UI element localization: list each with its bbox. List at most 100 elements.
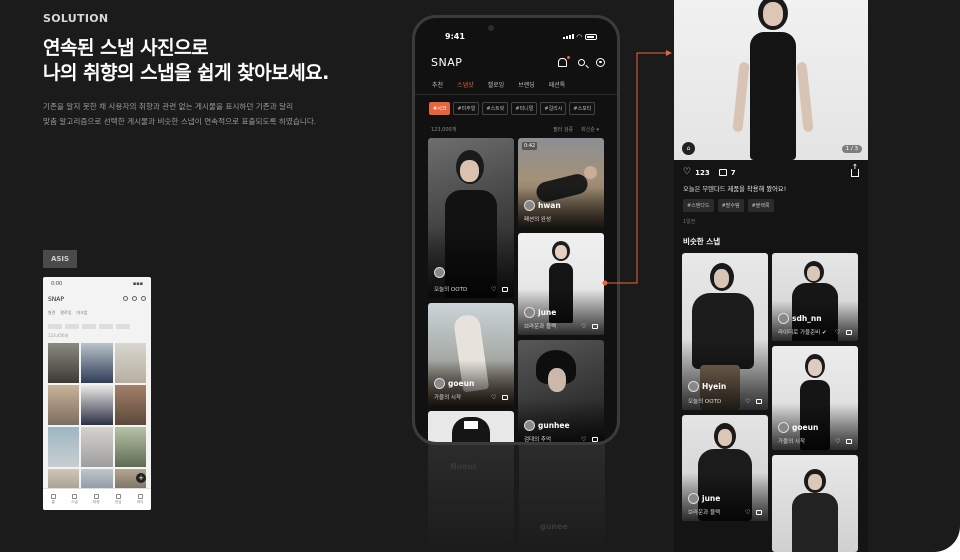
wifi-icon: ◠ bbox=[576, 32, 582, 41]
asis-search-icon[interactable] bbox=[132, 296, 137, 301]
card-caption: 브라운과 블랙 bbox=[524, 324, 557, 330]
tab-snapshot[interactable]: 스냅샷 bbox=[457, 80, 474, 95]
heart-icon[interactable]: ♡ bbox=[581, 324, 587, 330]
photo-figure bbox=[718, 429, 732, 446]
asis-signal-icon: ▪▪▪ bbox=[132, 281, 143, 287]
asis-count: 123,456개 bbox=[48, 333, 69, 338]
chip-sporty[interactable]: #스포티 bbox=[569, 102, 596, 115]
asis-profile-icon[interactable] bbox=[141, 296, 146, 301]
asis-thumb[interactable] bbox=[81, 427, 113, 467]
asis-bell-icon[interactable] bbox=[123, 296, 128, 301]
feed-meta: 123,000개 필터 검증 최신순 ▾ bbox=[431, 126, 599, 133]
phone-reflection: Noeul gunee bbox=[428, 440, 605, 552]
asis-thumb[interactable] bbox=[114, 427, 146, 467]
tab-following[interactable]: 챌로잉 bbox=[488, 80, 505, 95]
heart-icon[interactable]: ♡ bbox=[835, 330, 841, 336]
heart-icon[interactable]: ♡ bbox=[745, 510, 751, 516]
similar-card[interactable]: Hyein 오늘의 OOTD ♡ bbox=[682, 253, 768, 410]
asis-thumb[interactable] bbox=[48, 385, 80, 425]
hero-photo[interactable]: ⌂ 1 / 3 bbox=[674, 0, 868, 160]
photo-figure bbox=[464, 421, 478, 429]
heart-icon[interactable]: ♡ bbox=[745, 399, 751, 405]
card-username: gunhee bbox=[524, 420, 570, 431]
similar-card[interactable]: sdh_nn 라이더로 가을준비 ✔ ♡ bbox=[772, 253, 858, 341]
card-caption: 가을의 시작 bbox=[778, 439, 806, 445]
search-icon[interactable] bbox=[578, 59, 585, 66]
hashtag[interactable]: #블랙룩 bbox=[747, 199, 774, 212]
snap-card[interactable]: gunhee 검대의 추억 ♡ bbox=[518, 340, 604, 443]
asis-tab[interactable]: 팔로잉 bbox=[60, 310, 71, 316]
asis-tab[interactable]: 마크업 bbox=[76, 310, 87, 316]
chip-street[interactable]: #스트릿 bbox=[482, 102, 509, 115]
heart-icon[interactable]: ♡ bbox=[491, 287, 497, 293]
connector-arrow-icon bbox=[666, 50, 672, 56]
asis-nav-item[interactable]: 마켓 bbox=[93, 494, 100, 505]
comment-icon[interactable] bbox=[502, 395, 508, 400]
hashtag[interactable]: #팔수템 bbox=[717, 199, 744, 212]
tab-branding[interactable]: 브랜딩 bbox=[518, 80, 535, 95]
asis-nav-item[interactable]: 스냅 bbox=[71, 494, 78, 505]
asis-add-button[interactable]: + bbox=[136, 473, 146, 483]
heart-icon[interactable]: ♡ bbox=[581, 437, 587, 443]
card-username: Hyein bbox=[688, 381, 726, 392]
like-heart-icon[interactable]: ♡ bbox=[683, 168, 691, 177]
chip-casual[interactable]: #미주얼 bbox=[453, 102, 480, 115]
comment-icon[interactable] bbox=[718, 169, 727, 176]
comment-icon[interactable] bbox=[756, 399, 762, 404]
comment-icon[interactable] bbox=[846, 439, 852, 444]
asis-chip[interactable] bbox=[116, 324, 130, 329]
asis-thumb[interactable] bbox=[48, 343, 80, 383]
comment-icon[interactable] bbox=[756, 510, 762, 515]
snap-card[interactable]: 오늘의 OOTD ♡ bbox=[428, 138, 514, 298]
asis-chip[interactable] bbox=[48, 324, 62, 329]
asis-thumb[interactable] bbox=[48, 427, 80, 467]
post-caption: 오늘은 무텐다드 제품을 착용해 봤어요! bbox=[683, 186, 787, 193]
asis-tab[interactable]: 발견 bbox=[48, 310, 55, 316]
tab-recommend[interactable]: 추천 bbox=[432, 80, 443, 95]
similar-card[interactable]: june 브라운과 블랙 ♡ bbox=[682, 415, 768, 521]
chip-minimal[interactable]: #미니멀 bbox=[511, 102, 538, 115]
comment-icon[interactable] bbox=[592, 324, 598, 329]
comment-icon[interactable] bbox=[592, 437, 598, 442]
flow-connector bbox=[602, 50, 672, 286]
asis-thumb[interactable] bbox=[81, 343, 113, 383]
comment-icon[interactable] bbox=[846, 330, 852, 335]
comment-icon[interactable] bbox=[502, 287, 508, 292]
bell-icon[interactable] bbox=[558, 56, 570, 67]
snap-card[interactable] bbox=[428, 411, 514, 442]
snap-card[interactable]: goeun 가을의 시작 ♡ bbox=[428, 303, 514, 406]
tab-fashion-talk[interactable]: 패션톡 bbox=[549, 80, 566, 95]
asis-nav-item[interactable]: 홈 bbox=[50, 494, 56, 505]
asis-thumb[interactable] bbox=[81, 385, 113, 425]
photo-figure bbox=[807, 266, 820, 281]
snap-card[interactable]: june 브라운과 블랙 ♡ bbox=[518, 233, 604, 335]
asis-thumb[interactable] bbox=[114, 385, 146, 425]
filter-button[interactable]: 필터 검증 bbox=[553, 126, 573, 133]
asis-chip[interactable] bbox=[82, 324, 96, 329]
sort-dropdown[interactable]: 최신순 ▾ bbox=[581, 126, 599, 133]
heart-icon[interactable]: ♡ bbox=[491, 395, 497, 401]
tag-icon[interactable]: ⌂ bbox=[682, 142, 695, 155]
heart-icon[interactable]: ♡ bbox=[835, 439, 841, 445]
snap-card[interactable]: 0:42 hwan 패션의 완성 bbox=[518, 138, 604, 228]
photo-figure bbox=[555, 245, 567, 259]
asis-thumb[interactable] bbox=[114, 343, 146, 383]
photo-figure bbox=[808, 474, 822, 490]
asis-nav-item[interactable]: 마이 bbox=[137, 494, 143, 505]
share-icon[interactable] bbox=[851, 163, 859, 177]
chip-chic[interactable]: #시크 bbox=[429, 102, 451, 115]
photo-figure bbox=[808, 359, 822, 376]
similar-snaps-title: 비슷한 스냅 bbox=[683, 237, 721, 246]
card-caption: 검대의 추억 bbox=[524, 437, 552, 443]
asis-chip[interactable] bbox=[99, 324, 113, 329]
chip-girlish[interactable]: #걸리시 bbox=[540, 102, 567, 115]
reflection-card bbox=[519, 440, 605, 552]
similar-card[interactable]: goeun 가을의 시작 ♡ bbox=[772, 346, 858, 450]
photo-figure bbox=[548, 368, 566, 392]
asis-chip[interactable] bbox=[65, 324, 79, 329]
similar-card[interactable] bbox=[772, 455, 858, 552]
hashtag[interactable]: #스탠다드 bbox=[683, 199, 714, 212]
headline: 연속된 스냅 사진으로 나의 취향의 스냅을 쉽게 찾아보세요. bbox=[43, 36, 329, 86]
asis-nav-item[interactable]: 관심 bbox=[115, 494, 121, 505]
asis-logo: SNAP bbox=[48, 296, 65, 303]
